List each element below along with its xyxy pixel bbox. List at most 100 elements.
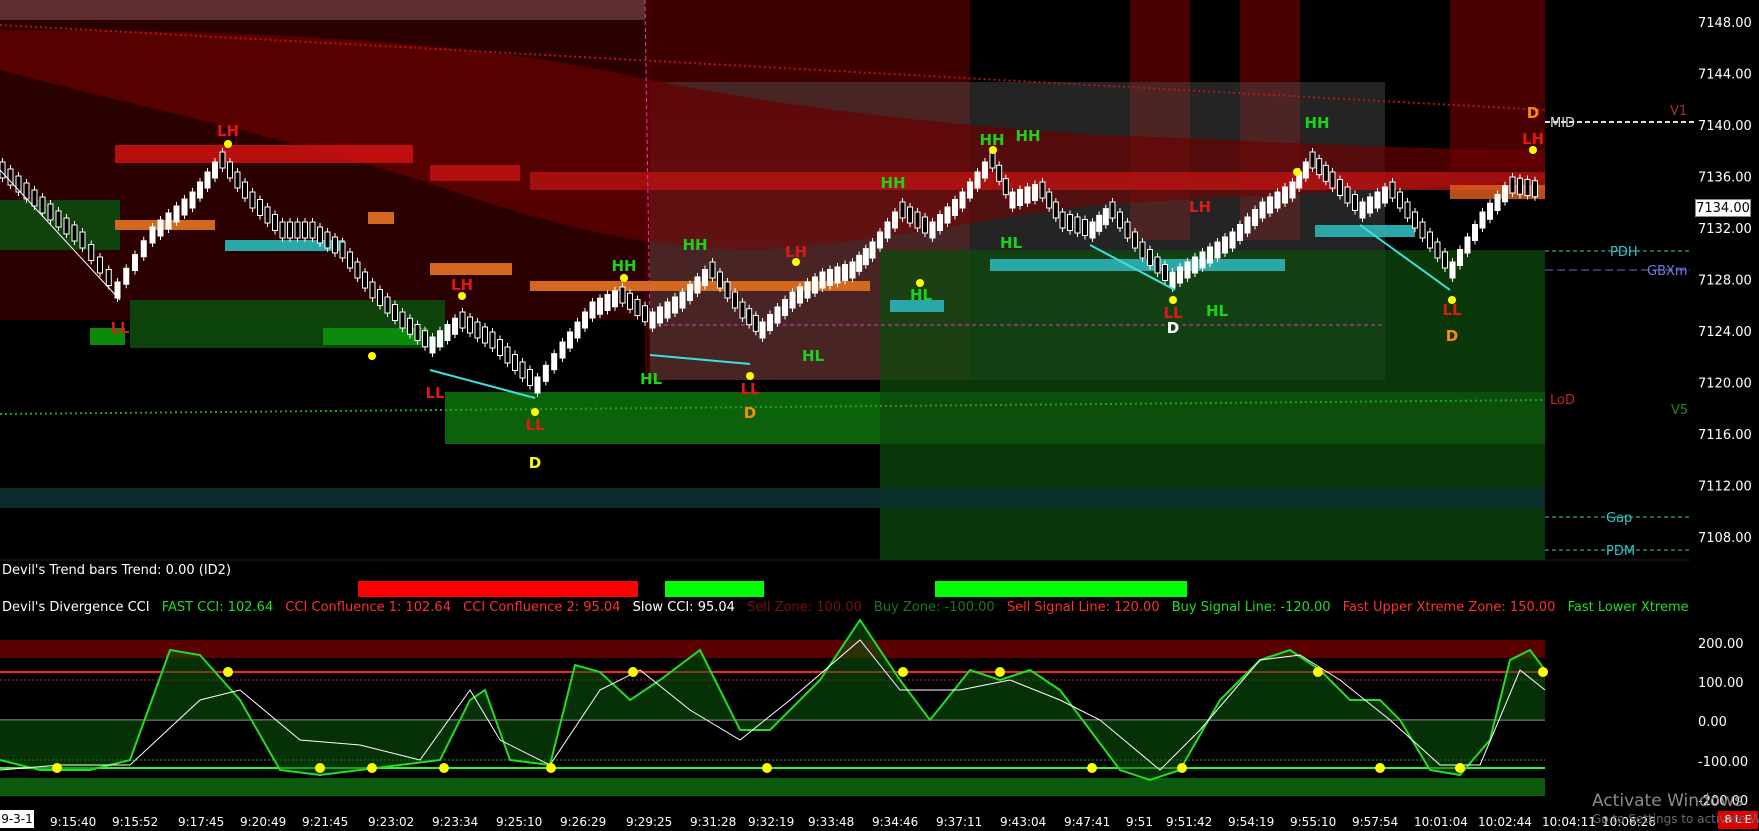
candle-body <box>702 269 708 286</box>
cci-axis-label: 100.00 <box>1698 676 1744 691</box>
candle-body <box>604 294 611 311</box>
candle-body <box>1244 216 1251 234</box>
candle-body <box>819 271 826 289</box>
candle-body <box>369 281 376 299</box>
candle-body <box>1046 191 1053 209</box>
candle-body <box>504 346 511 364</box>
red-shade-top <box>0 0 645 20</box>
candle-body <box>1124 221 1131 239</box>
time-axis-label: 9:31:28 <box>690 815 736 829</box>
candle-body <box>1434 241 1441 259</box>
candle-body <box>1359 201 1366 219</box>
level-label-v5: V5 <box>1671 403 1688 418</box>
candle-body <box>1102 208 1109 226</box>
swing-label-d: D <box>1167 319 1179 337</box>
supply-box <box>115 145 413 163</box>
candle-body <box>1082 219 1088 236</box>
candle-body <box>752 314 759 332</box>
cci-signal-dot <box>995 667 1005 677</box>
candle-body <box>1412 211 1418 229</box>
candle-body <box>937 214 943 231</box>
candle-body <box>197 181 203 199</box>
time-axis-label: 9:26:29 <box>560 815 606 829</box>
candle-body <box>1479 211 1486 229</box>
candle-body <box>71 224 78 242</box>
candle-body <box>459 311 466 329</box>
time-axis-label: 10:01:04 <box>1414 815 1468 829</box>
candle-body <box>767 314 773 331</box>
candle-body <box>724 281 731 299</box>
price-axis-label: 7136.00 <box>1698 171 1752 186</box>
trend-bar-green <box>935 581 1187 597</box>
candle-body <box>672 296 678 314</box>
candle-body <box>1337 179 1343 196</box>
candle-body <box>739 301 746 319</box>
candle-body <box>392 304 398 321</box>
candle-body <box>1024 186 1031 204</box>
price-chart[interactable]: LLLHLHLLLLDHHHHHLLHLLDHLHHHLHH HHHLLHLLDH… <box>0 0 1759 831</box>
trend-bar-red <box>358 581 638 597</box>
swing-label-lh: LH <box>451 276 473 294</box>
candle-body <box>362 271 368 289</box>
candle-body <box>422 330 428 348</box>
candle-body <box>105 269 112 286</box>
swing-label-hh: HH <box>880 174 905 192</box>
swing-dot <box>792 258 800 266</box>
candle-body <box>759 321 766 339</box>
candle-body <box>834 266 841 284</box>
candle-body <box>959 191 966 209</box>
cci-title: Devil's Divergence CCI <box>2 600 150 615</box>
candle-body <box>452 317 458 335</box>
cci-axis-label: 0.00 <box>1698 715 1727 730</box>
candle-body <box>1397 191 1403 209</box>
time-axis-label: 9:17:45 <box>178 815 224 829</box>
price-axis-label: 7108.00 <box>1698 531 1752 546</box>
time-axis[interactable]: 9:15:40 9:15:52 9:17:45 9:20:49 9:21:45 9:23:… <box>50 815 1656 829</box>
candle-body <box>812 276 818 294</box>
candle-body <box>63 217 70 235</box>
candle-body <box>519 361 526 379</box>
cci-axis[interactable]: 200.00100.000.00-100.00-200.00 <box>1698 637 1748 809</box>
candle-body <box>97 256 103 274</box>
candle-body <box>1162 264 1168 281</box>
candle-body <box>1259 201 1266 219</box>
chart-tab[interactable]: 9-3-1 <box>0 810 34 828</box>
candle-body <box>165 212 172 230</box>
cci-signal-dot <box>628 667 638 677</box>
candle-body <box>474 321 481 339</box>
candle-body <box>774 306 781 324</box>
price-axis-label: 7148.00 <box>1698 16 1752 31</box>
candle-body <box>929 221 936 239</box>
time-axis-label: 9:21:45 <box>302 815 348 829</box>
swing-dot <box>1448 296 1456 304</box>
candle-body <box>944 206 951 224</box>
time-axis-label: 9:20:49 <box>240 815 286 829</box>
candle-body <box>551 353 558 371</box>
candle-body <box>1074 216 1081 234</box>
candle-body <box>1059 211 1066 229</box>
candle-body <box>842 264 848 281</box>
candle-body <box>982 161 988 179</box>
time-axis-label: 9:57:54 <box>1352 815 1398 829</box>
teal-band <box>0 488 1545 508</box>
trading-chart-window: LL LH LH LL LL D HH HH HL LH LL D HL HH HL HH HH HL LH LL D H… <box>0 0 1759 831</box>
candle-body <box>347 251 353 269</box>
candle-body <box>1322 164 1329 182</box>
candle-body <box>642 305 648 323</box>
time-axis-label: 10:02:44 <box>1478 815 1532 829</box>
candle-body <box>827 269 833 286</box>
price-axis[interactable]: 7148.00 7144.00 7140.00 7136.00 7132.00 7128.… <box>1698 16 1752 546</box>
time-axis-label: 9:37:11 <box>936 815 982 829</box>
candle-body <box>1464 236 1471 254</box>
candle-body <box>1229 231 1236 249</box>
candle-body <box>272 214 278 231</box>
level-label-gap: Gap <box>1606 511 1632 526</box>
candle-body <box>597 297 603 315</box>
level-label-gbxm: GBXm <box>1647 264 1688 279</box>
cci-confluence-1: CCI Confluence 1: 102.64 <box>285 600 451 615</box>
candle-body <box>1169 271 1176 289</box>
candle-body <box>582 311 588 329</box>
cci-fast-upper: Fast Upper Xtreme Zone: 150.00 <box>1342 600 1556 615</box>
swing-label-lh: LH <box>217 122 239 140</box>
candle-body <box>1316 158 1323 176</box>
